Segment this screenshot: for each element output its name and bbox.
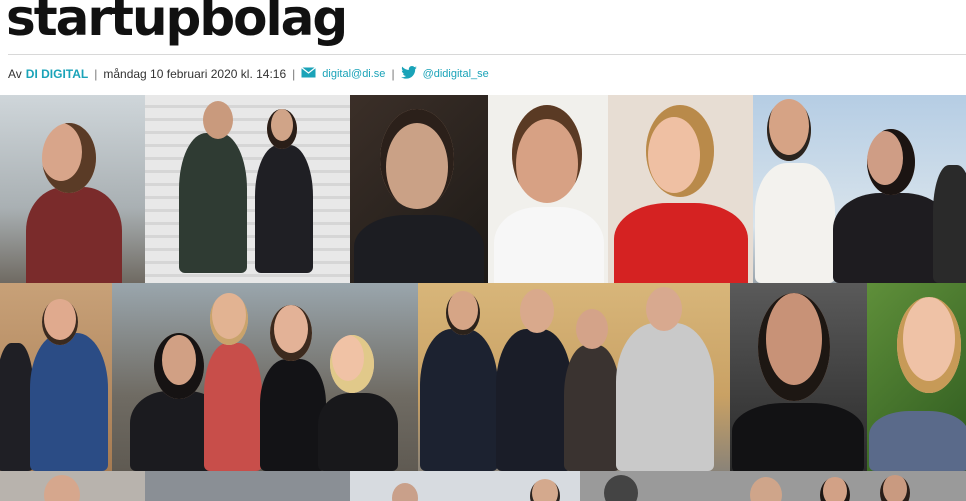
person-photo xyxy=(867,129,915,195)
photo-tile xyxy=(488,95,608,283)
person-photo xyxy=(646,287,682,331)
person-photo xyxy=(933,165,966,283)
separator: | xyxy=(94,67,98,81)
photo-tile xyxy=(867,283,966,471)
person-photo xyxy=(154,333,204,399)
photo-tile xyxy=(418,283,730,471)
person-photo xyxy=(44,475,80,501)
person-photo xyxy=(750,477,782,501)
person-photo xyxy=(616,323,714,471)
photo-tile xyxy=(753,95,966,283)
article-headline: startupbolag xyxy=(6,0,348,47)
person-photo xyxy=(758,293,830,401)
photo-tile xyxy=(145,471,350,501)
person-photo xyxy=(897,297,961,393)
byline-prefix: Av xyxy=(8,67,22,81)
person-photo xyxy=(26,187,122,283)
person-photo xyxy=(210,293,248,345)
person-photo xyxy=(614,203,748,283)
person-photo xyxy=(564,345,620,471)
person-photo xyxy=(755,163,835,283)
person-photo xyxy=(767,99,811,161)
envelope-icon xyxy=(301,67,317,81)
publish-date: måndag 10 februari 2020 kl. 14:16 xyxy=(103,67,287,81)
person-photo xyxy=(820,477,850,501)
person-photo xyxy=(420,329,498,471)
person-photo xyxy=(0,343,34,471)
photo-tile xyxy=(350,95,488,283)
separator: | xyxy=(292,67,296,81)
photo-tile xyxy=(580,471,966,501)
photo-tile xyxy=(0,471,145,501)
founders-photo-collage xyxy=(0,95,966,501)
person-photo xyxy=(392,483,418,501)
person-photo xyxy=(380,109,454,209)
separator: | xyxy=(391,67,395,81)
person-photo xyxy=(732,403,864,471)
person-photo xyxy=(260,359,326,471)
photo-tile xyxy=(730,283,867,471)
person-photo xyxy=(646,105,714,197)
person-photo xyxy=(179,133,247,273)
person-photo xyxy=(204,343,262,471)
person-photo xyxy=(42,299,78,345)
person-photo xyxy=(604,475,638,501)
person-photo xyxy=(530,479,560,501)
divider xyxy=(8,54,966,55)
person-photo xyxy=(318,393,398,471)
person-photo xyxy=(880,475,910,501)
person-photo xyxy=(869,411,966,471)
person-photo xyxy=(270,305,312,361)
person-photo xyxy=(255,145,313,273)
email-link[interactable]: digital@di.se xyxy=(322,68,385,80)
photo-tile xyxy=(0,283,112,471)
person-photo xyxy=(446,291,480,335)
person-photo xyxy=(512,105,582,203)
twitter-bird-icon xyxy=(400,66,417,82)
person-photo xyxy=(30,333,108,471)
person-photo xyxy=(494,207,604,283)
person-photo xyxy=(354,215,484,283)
photo-tile xyxy=(145,95,350,283)
photo-tile xyxy=(112,283,418,471)
photo-tile xyxy=(608,95,753,283)
photo-tile xyxy=(350,471,580,501)
person-photo xyxy=(496,329,572,471)
photo-tile xyxy=(0,95,145,283)
person-photo xyxy=(42,123,96,193)
twitter-link[interactable]: @didigital_se xyxy=(423,68,489,80)
person-photo xyxy=(330,335,374,393)
person-photo xyxy=(576,309,608,349)
person-photo xyxy=(267,109,297,149)
person-photo xyxy=(520,289,554,333)
author-link[interactable]: DI DIGITAL xyxy=(26,67,88,81)
byline: Av DI DIGITAL | måndag 10 februari 2020 … xyxy=(8,66,489,82)
person-photo xyxy=(203,101,233,139)
